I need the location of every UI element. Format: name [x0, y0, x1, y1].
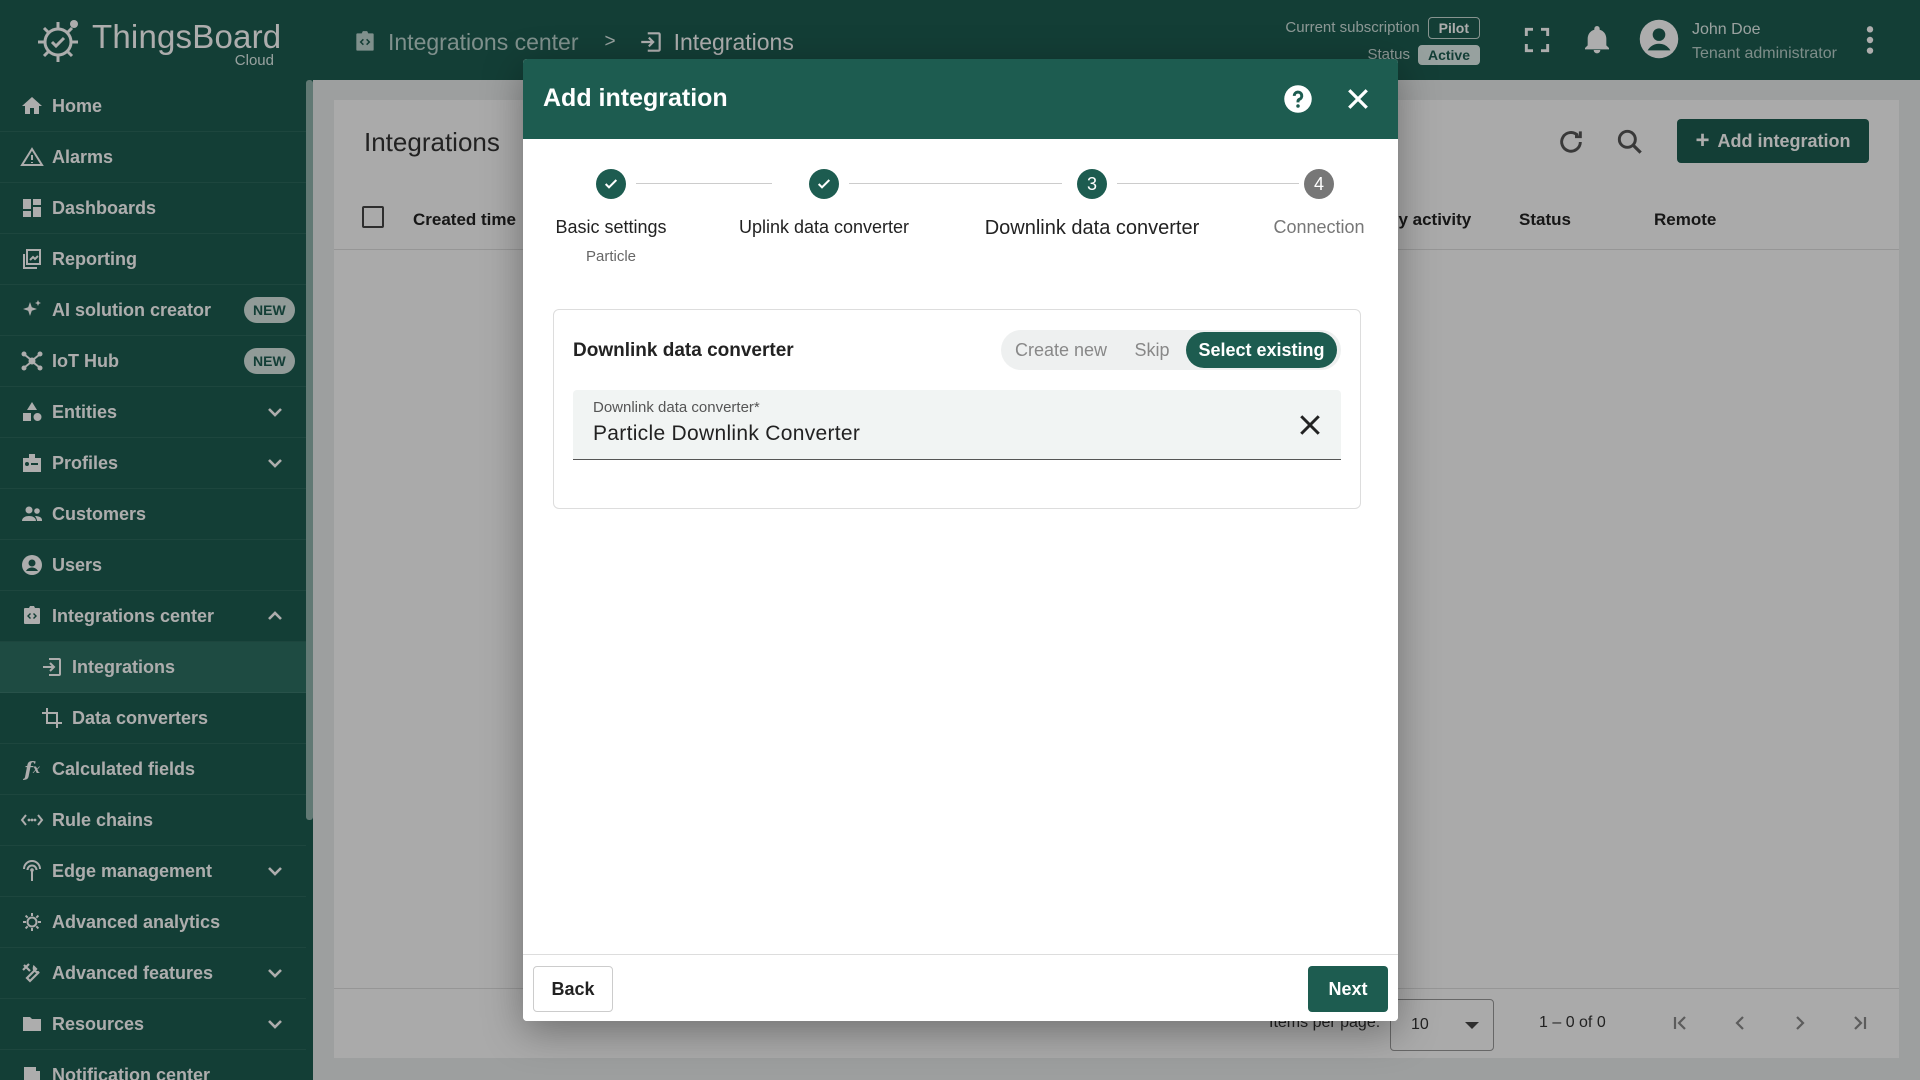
add-integration-dialog: Add integration Basic settings Particle … — [523, 59, 1398, 1021]
downlink-converter-card: Downlink data converter Create new Skip … — [553, 309, 1361, 509]
check-icon — [596, 169, 626, 199]
skip-option[interactable]: Skip — [1121, 330, 1183, 370]
back-button[interactable]: Back — [533, 966, 613, 1012]
clear-icon[interactable] — [1295, 410, 1325, 440]
help-icon[interactable] — [1283, 84, 1313, 114]
select-existing-option[interactable]: Select existing — [1186, 332, 1337, 368]
step-number: 3 — [1077, 169, 1107, 199]
dialog-title: Add integration — [543, 84, 728, 112]
step-number: 4 — [1304, 169, 1334, 199]
stepper: Basic settings Particle Uplink data conv… — [523, 139, 1398, 294]
dialog-header: Add integration — [523, 59, 1398, 139]
converter-mode-toggle: Create new Skip Select existing — [1001, 330, 1341, 370]
close-icon[interactable] — [1343, 84, 1373, 114]
step-label: Uplink data converter — [738, 217, 910, 237]
step-label: Connection — [1273, 217, 1365, 237]
next-button[interactable]: Next — [1308, 966, 1388, 1012]
downlink-converter-field[interactable]: Downlink data converter* Particle Downli… — [573, 390, 1341, 460]
field-label: Downlink data converter* — [593, 399, 760, 416]
create-new-option[interactable]: Create new — [1001, 330, 1121, 370]
step-label: Downlink data converter — [984, 217, 1200, 239]
field-value: Particle Downlink Converter — [593, 422, 861, 445]
section-title: Downlink data converter — [573, 340, 794, 361]
step-uplink-data-converter[interactable]: Uplink data converter — [714, 169, 934, 238]
step-label: Basic settings — [555, 217, 667, 237]
check-icon — [809, 169, 839, 199]
step-basic-settings[interactable]: Basic settings Particle — [523, 169, 721, 265]
step-downlink-data-converter[interactable]: 3 Downlink data converter — [962, 169, 1222, 240]
step-connection[interactable]: 4 Connection — [1209, 169, 1398, 238]
dialog-footer: Back Next — [523, 954, 1398, 1021]
step-sublabel: Particle — [585, 248, 637, 265]
